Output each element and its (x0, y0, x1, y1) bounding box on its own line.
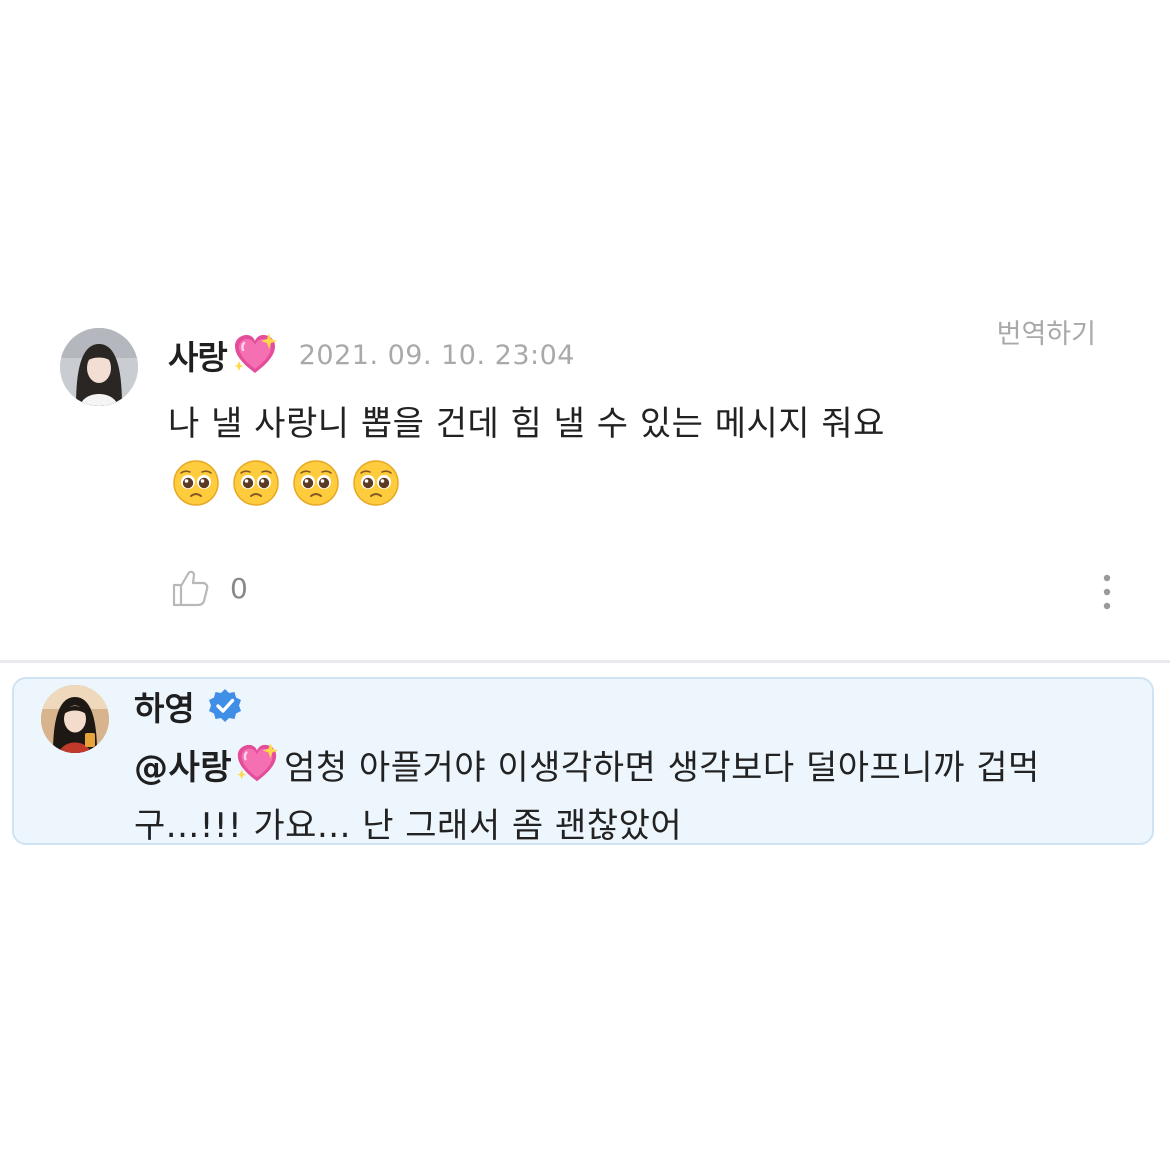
commenter-name[interactable]: 사랑 (168, 331, 228, 379)
comment-text: 나 낼 사랑니 뽑을 건데 힘 낼 수 있는 메시지 줘요 (168, 392, 958, 520)
replier-avatar[interactable] (41, 685, 109, 753)
mention-link[interactable]: @사랑 (134, 748, 232, 788)
commenter-avatar[interactable] (60, 328, 138, 406)
comment-divider (0, 660, 1170, 663)
verified-badge-icon (208, 689, 241, 722)
thumbs-up-icon (172, 570, 209, 607)
comment-body-text: 나 낼 사랑니 뽑을 건데 힘 낼 수 있는 메시지 줘요 (168, 404, 885, 444)
artist-reply: 하영 @사랑 엄청 아플거야 이생각하면 생각보다 덜아프니까 겁먹구...!!… (12, 677, 1154, 846)
more-options-icon[interactable] (1094, 572, 1120, 612)
pleading-face-icon (173, 460, 219, 506)
comment-thread-page: 사랑 2021. 09. 10. 23:04 번역하기 나 낼 사랑니 뽑을 건… (0, 0, 1170, 1170)
comment: 사랑 2021. 09. 10. 23:04 번역하기 나 낼 사랑니 뽑을 건… (0, 300, 1170, 662)
translate-button[interactable]: 번역하기 (997, 312, 1096, 351)
replier-name[interactable]: 하영 (134, 682, 195, 730)
comment-timestamp: 2021. 09. 10. 23:04 (298, 339, 575, 371)
pleading-face-icon (233, 460, 279, 506)
reply-text: @사랑 엄청 아플거야 이생각하면 생각보다 덜아프니까 겁먹구...!!! 가… (134, 739, 1124, 855)
like-button[interactable]: 0 (170, 568, 248, 608)
like-count: 0 (230, 571, 248, 605)
sparkling-heart-icon (236, 742, 279, 782)
pleading-face-icon (353, 460, 399, 506)
comment-header: 사랑 2021. 09. 10. 23:04 (168, 330, 575, 380)
reply-header: 하영 (134, 683, 243, 729)
pleading-emoji-row (172, 459, 412, 507)
pleading-face-icon (293, 460, 339, 506)
sparkling-heart-icon (233, 333, 277, 373)
